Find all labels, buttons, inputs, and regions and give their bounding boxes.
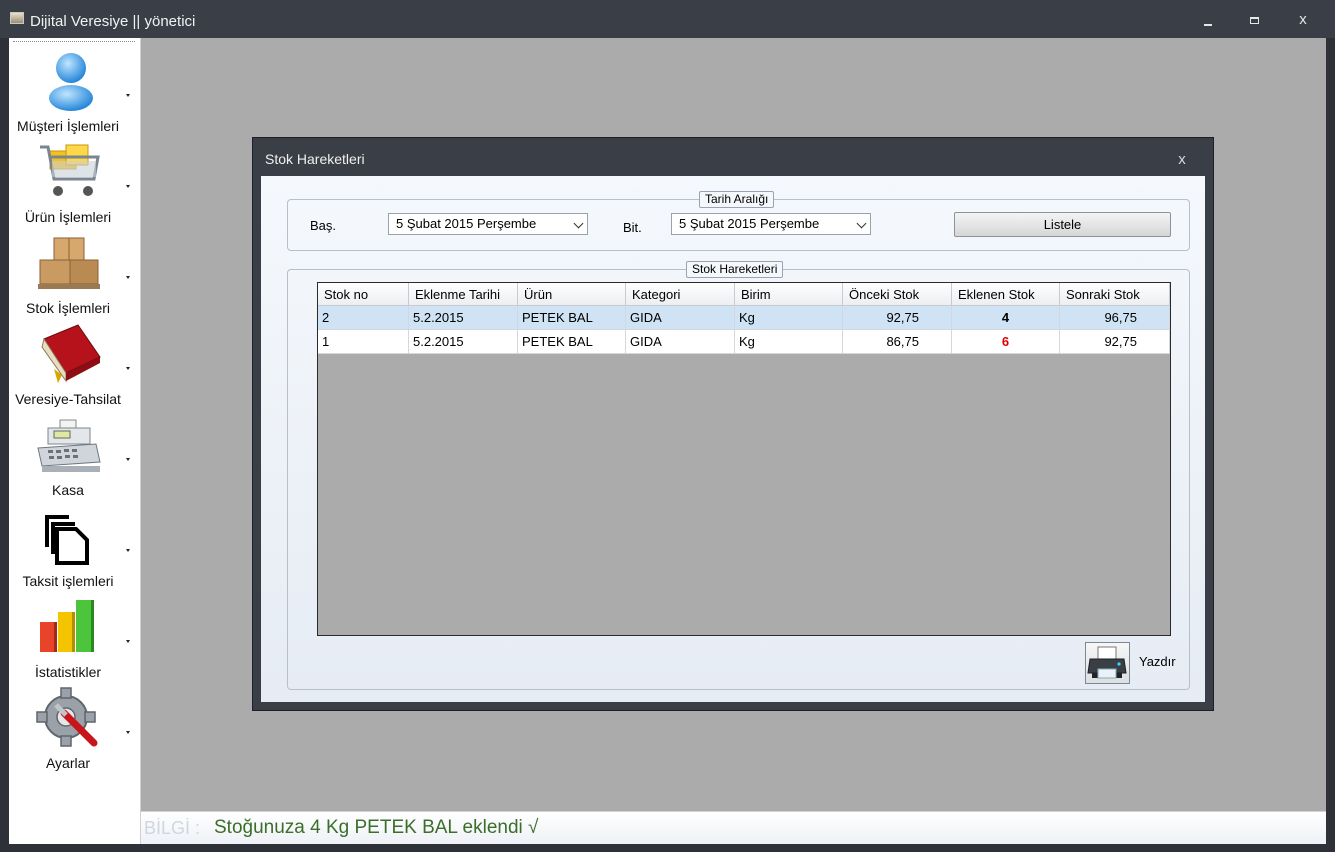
- minimize-button[interactable]: [1199, 10, 1219, 30]
- chevron-down-icon: [126, 731, 130, 734]
- app-icon: [10, 12, 24, 24]
- stock-movements-group: Stok Hareketleri Stok no Eklenme Tarihi …: [287, 261, 1190, 690]
- column-header[interactable]: Eklenen Stok: [952, 283, 1060, 306]
- sidebar-item-stok[interactable]: Stok İşlemleri: [9, 230, 141, 321]
- sidebar-item-label: Müşteri İşlemleri: [17, 118, 119, 134]
- cell-added-stock: 4: [952, 306, 1060, 330]
- maximize-button[interactable]: [1245, 10, 1265, 30]
- sidebar-item-urun[interactable]: Ürün İşlemleri: [9, 139, 141, 230]
- stock-movements-grid[interactable]: Stok no Eklenme Tarihi Ürün Kategori Bir…: [317, 282, 1171, 636]
- dialog-title: Stok Hareketleri: [265, 151, 365, 167]
- start-date-value: 5 Şubat 2015 Perşembe: [396, 216, 537, 231]
- sidebar-item-ayarlar[interactable]: Ayarlar: [9, 685, 141, 776]
- maximize-icon: [1250, 17, 1259, 24]
- print-button[interactable]: [1085, 642, 1130, 684]
- sidebar-grip: [13, 41, 135, 42]
- ledger-book-icon: [36, 323, 102, 385]
- bar-chart-icon: [36, 596, 102, 658]
- cash-register-icon: [36, 414, 102, 476]
- list-button[interactable]: Listele: [954, 212, 1171, 237]
- sidebar: Müşteri İşlemleri Ürün İşlemleri Stok İş…: [9, 38, 141, 844]
- sidebar-item-musteri[interactable]: Müşteri İşlemleri: [9, 48, 141, 139]
- documents-icon: [36, 505, 102, 567]
- status-message: Stoğunuza 4 Kg PETEK BAL eklendi √: [214, 817, 539, 838]
- chevron-down-icon: [126, 367, 130, 370]
- column-header[interactable]: Ürün: [518, 283, 626, 306]
- cell-next-stock: 96,75: [1060, 306, 1170, 330]
- chevron-down-icon: [856, 218, 867, 229]
- sidebar-item-label: Veresiye-Tahsilat: [15, 391, 121, 407]
- date-range-group: Tarih Aralığı Baş. 5 Şubat 2015 Perşembe…: [287, 191, 1190, 251]
- chevron-down-icon: [126, 276, 130, 279]
- end-date-value: 5 Şubat 2015 Perşembe: [679, 216, 820, 231]
- cell-category: GIDA: [626, 306, 735, 330]
- window-title: Dijital Veresiye || yönetici: [30, 13, 196, 30]
- column-header[interactable]: Eklenme Tarihi: [409, 283, 518, 306]
- grid-header: Stok no Eklenme Tarihi Ürün Kategori Bir…: [318, 283, 1170, 306]
- status-bar: BİLGİ : Stoğunuza 4 Kg PETEK BAL eklendi…: [141, 811, 1326, 844]
- cell-unit: Kg: [735, 306, 843, 330]
- stock-movements-dialog: Stok Hareketleri x Tarih Aralığı Baş. 5 …: [252, 137, 1214, 711]
- cell-added-stock: 6: [952, 330, 1060, 354]
- chevron-down-icon: [126, 640, 130, 643]
- minimize-icon: [1204, 24, 1212, 26]
- column-header[interactable]: Birim: [735, 283, 843, 306]
- cell-stock-no: 2: [318, 306, 409, 330]
- column-header[interactable]: Sonraki Stok: [1060, 283, 1170, 306]
- sidebar-item-label: İstatistikler: [34, 664, 102, 680]
- cell-product: PETEK BAL: [518, 330, 626, 354]
- table-row[interactable]: 1 5.2.2015 PETEK BAL GIDA Kg 86,75 6 92,…: [318, 330, 1170, 354]
- printer-icon: [1087, 646, 1127, 679]
- chevron-down-icon: [126, 549, 130, 552]
- cell-category: GIDA: [626, 330, 735, 354]
- sidebar-item-label: Ürün İşlemleri: [24, 209, 112, 225]
- chevron-down-icon: [126, 94, 130, 97]
- table-row[interactable]: 2 5.2.2015 PETEK BAL GIDA Kg 92,75 4 96,…: [318, 306, 1170, 330]
- settings-gear-icon: [36, 687, 102, 749]
- cell-next-stock: 92,75: [1060, 330, 1170, 354]
- shopping-cart-icon: [36, 141, 102, 203]
- dialog-client-area: Tarih Aralığı Baş. 5 Şubat 2015 Perşembe…: [261, 176, 1205, 702]
- boxes-icon: [36, 232, 102, 294]
- date-range-group-title: Tarih Aralığı: [699, 191, 775, 208]
- chevron-down-icon: [573, 218, 584, 229]
- close-button[interactable]: x: [1293, 10, 1313, 30]
- user-icon: [36, 50, 102, 112]
- status-prefix: BİLGİ :: [144, 818, 201, 838]
- column-header[interactable]: Önceki Stok: [843, 283, 952, 306]
- print-label: Yazdır: [1139, 654, 1176, 669]
- chevron-down-icon: [126, 458, 130, 461]
- cell-product: PETEK BAL: [518, 306, 626, 330]
- sidebar-item-istatistik[interactable]: İstatistikler: [9, 594, 141, 685]
- sidebar-item-veresiye[interactable]: Veresiye-Tahsilat: [9, 321, 141, 412]
- sidebar-item-kasa[interactable]: Kasa: [9, 412, 141, 503]
- chevron-down-icon: [126, 185, 130, 188]
- end-date-picker[interactable]: 5 Şubat 2015 Perşembe: [671, 213, 871, 235]
- cell-previous-stock: 92,75: [843, 306, 952, 330]
- title-bar: Dijital Veresiye || yönetici x: [0, 0, 1335, 38]
- column-header[interactable]: Kategori: [626, 283, 735, 306]
- dialog-close-button[interactable]: x: [1174, 152, 1190, 168]
- start-date-label: Baş.: [310, 218, 337, 233]
- sidebar-item-taksit[interactable]: Taksit işlemleri: [9, 503, 141, 594]
- end-date-label: Bit.: [623, 220, 642, 235]
- sidebar-item-label: Stok İşlemleri: [25, 300, 111, 316]
- sidebar-item-label: Taksit işlemleri: [22, 573, 114, 589]
- cell-unit: Kg: [735, 330, 843, 354]
- cell-stock-no: 1: [318, 330, 409, 354]
- start-date-picker[interactable]: 5 Şubat 2015 Perşembe: [388, 213, 588, 235]
- stock-movements-group-title: Stok Hareketleri: [686, 261, 784, 278]
- cell-previous-stock: 86,75: [843, 330, 952, 354]
- cell-date: 5.2.2015: [409, 330, 518, 354]
- sidebar-item-label: Ayarlar: [45, 755, 91, 771]
- column-header[interactable]: Stok no: [318, 283, 409, 306]
- sidebar-item-label: Kasa: [52, 482, 84, 498]
- cell-date: 5.2.2015: [409, 306, 518, 330]
